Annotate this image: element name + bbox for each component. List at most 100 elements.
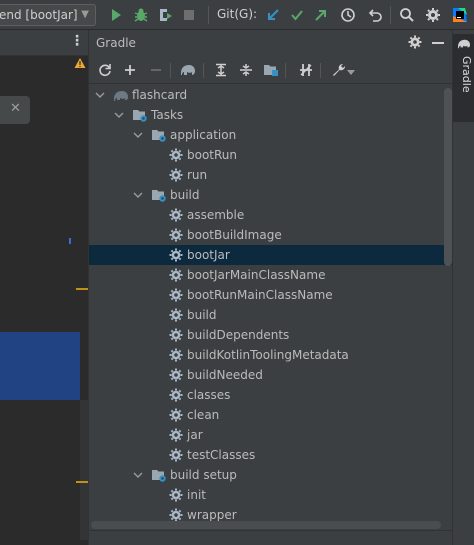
close-icon[interactable]: ✕ (10, 101, 21, 116)
chevron-down-icon[interactable] (113, 105, 125, 125)
group-modules-button[interactable] (261, 60, 281, 80)
toolbar-separator (390, 6, 391, 24)
run-with-coverage-button[interactable] (154, 4, 176, 26)
tree-node-label: assemble (187, 208, 245, 222)
toggle-offline-mode-button[interactable] (296, 60, 316, 80)
chevron-down-icon[interactable] (132, 465, 144, 485)
ide-logo-button[interactable] (449, 4, 471, 26)
tree-node-label: bootBuildImage (187, 228, 282, 242)
tree-node-folder[interactable]: build (89, 185, 453, 205)
tree-node-task[interactable]: clean (89, 405, 453, 425)
toolbar-separator (203, 63, 204, 78)
settings-button[interactable] (422, 4, 444, 26)
tree-node-label: bootRun (187, 148, 238, 162)
tree-node-task[interactable]: classes (89, 385, 453, 405)
tree-node-task[interactable]: bootJarMainClassName (89, 265, 453, 285)
tree-node-label: flashcard (132, 88, 188, 102)
clock-icon (341, 8, 355, 22)
tree-node-label: bootJarMainClassName (187, 268, 326, 282)
run-configuration-selector[interactable]: end [bootJar] ▼ (0, 4, 96, 26)
tree-node-task[interactable]: build (89, 305, 453, 325)
tree-node-folder[interactable]: build setup (89, 465, 453, 485)
gear-icon (169, 348, 183, 362)
selected-code-region (0, 332, 80, 400)
tree-node-task[interactable]: buildDependents (89, 325, 453, 345)
editor-area: ⋮ ✕ (0, 30, 88, 545)
tree-node-task[interactable]: testClasses (89, 445, 453, 465)
tree-node-label: jar (187, 428, 203, 442)
gradle-tool-window-tab[interactable]: Gradle (453, 34, 474, 122)
expand-all-button[interactable] (211, 60, 231, 80)
tree-node-label: Tasks (151, 108, 184, 122)
tree-node-task[interactable]: bootBuildImage (89, 225, 453, 245)
tree-node-task[interactable]: assemble (89, 205, 453, 225)
gear-icon (169, 248, 183, 262)
remove-project-button[interactable] (146, 60, 166, 80)
gear-icon (169, 228, 183, 242)
execute-gradle-task-button[interactable] (178, 60, 198, 80)
tree-node-task-selected[interactable]: bootJar (89, 245, 453, 265)
task-folder-icon (152, 470, 166, 482)
git-commit-button[interactable] (286, 4, 308, 26)
run-button[interactable] (105, 4, 127, 26)
gear-icon (169, 408, 183, 422)
tree-node-label: buildNeeded (187, 368, 263, 382)
git-push-button[interactable] (310, 4, 332, 26)
collapse-all-button[interactable] (236, 60, 256, 80)
stop-button[interactable] (178, 4, 200, 26)
gear-icon (169, 308, 183, 322)
tree-node-task[interactable]: bootRun (89, 145, 453, 165)
gear-icon (169, 208, 183, 222)
rollback-button[interactable] (364, 4, 386, 26)
editor-tab-bar: ⋮ (0, 30, 88, 56)
offline-icon (300, 64, 312, 76)
play-icon (112, 9, 121, 21)
git-history-button[interactable] (337, 4, 359, 26)
editor-scrollbar[interactable] (80, 400, 88, 540)
gear-icon (169, 428, 183, 442)
tree-node-task[interactable]: bootRunMainClassName (89, 285, 453, 305)
warning-icon[interactable] (74, 57, 86, 69)
tree-node-label: build setup (170, 468, 237, 482)
plus-icon (125, 65, 135, 75)
chevron-down-icon[interactable] (94, 85, 106, 105)
tree-node-label: build (187, 308, 217, 322)
git-update-button[interactable] (262, 4, 284, 26)
stop-icon (184, 10, 194, 20)
folder-grid-icon (264, 65, 278, 76)
chevron-down-icon[interactable] (346, 68, 356, 78)
more-options-icon[interactable]: ⋮ (70, 33, 84, 49)
tree-node-task[interactable]: buildKotlinToolingMetadata (89, 345, 453, 365)
refresh-icon (99, 64, 111, 77)
tree-node-task[interactable]: jar (89, 425, 453, 445)
gear-icon[interactable] (407, 34, 423, 50)
search-everywhere-button[interactable] (396, 4, 418, 26)
tree-node-task[interactable]: init (89, 485, 453, 505)
tree-node-project[interactable]: flashcard (89, 85, 453, 105)
minimize-icon[interactable] (431, 36, 445, 50)
add-project-button[interactable] (120, 60, 140, 80)
tree-node-folder[interactable]: Tasks (89, 105, 453, 125)
gear-icon (169, 148, 183, 162)
tree-horizontal-scrollbar[interactable] (91, 521, 441, 529)
tree-node-label: bootJar (187, 248, 230, 262)
chevron-down-icon[interactable] (132, 185, 144, 205)
reload-button[interactable] (95, 60, 115, 80)
gradle-task-tree: flashcard Tasks application bootRun run … (89, 85, 453, 525)
gear-icon (169, 268, 183, 282)
tree-node-label: init (187, 488, 206, 502)
search-icon (400, 8, 414, 22)
tree-node-task[interactable]: buildNeeded (89, 365, 453, 385)
tree-vertical-scrollbar[interactable] (444, 88, 452, 266)
check-icon (291, 10, 303, 21)
tree-node-label: buildKotlinToolingMetadata (187, 348, 349, 362)
run-configuration-label: end [bootJar] (0, 8, 78, 22)
warning-marker (76, 481, 88, 483)
debug-button[interactable] (130, 4, 152, 26)
tree-node-folder[interactable]: application (89, 125, 453, 145)
gradle-tool-window: Gradle flashcard Tasks application bootR… (88, 30, 453, 545)
chevron-down-icon[interactable] (132, 125, 144, 145)
gear-icon (169, 288, 183, 302)
gradle-header: Gradle (89, 30, 453, 56)
tree-node-task[interactable]: run (89, 165, 453, 185)
